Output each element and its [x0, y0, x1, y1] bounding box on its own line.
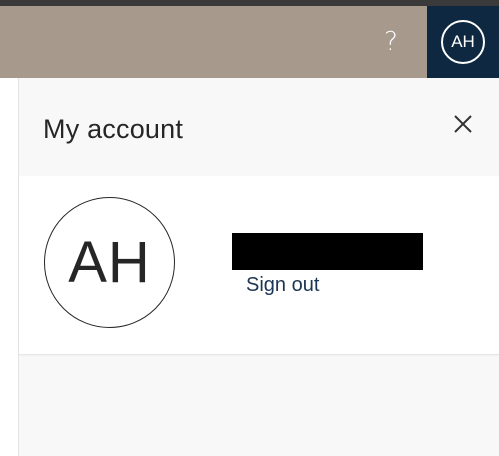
help-icon: ? — [384, 27, 398, 57]
panel-title: My account — [43, 114, 184, 144]
avatar: AH — [441, 20, 485, 64]
account-card: AH — [19, 176, 499, 355]
my-account-panel: My account AH Sign out — [19, 78, 499, 456]
sign-out-link[interactable]: Sign out — [246, 274, 319, 297]
account-avatar-large: AH — [44, 197, 175, 328]
avatar-initials: AH — [451, 32, 475, 51]
header-bar — [0, 6, 499, 78]
avatar-large-initials: AH — [68, 230, 151, 295]
redacted-display-name — [232, 233, 423, 270]
close-icon — [454, 115, 472, 133]
help-button[interactable]: ? — [370, 6, 412, 78]
account-manager-button[interactable]: AH — [427, 6, 499, 78]
close-button[interactable] — [447, 108, 479, 140]
page-content-edge — [0, 78, 19, 456]
